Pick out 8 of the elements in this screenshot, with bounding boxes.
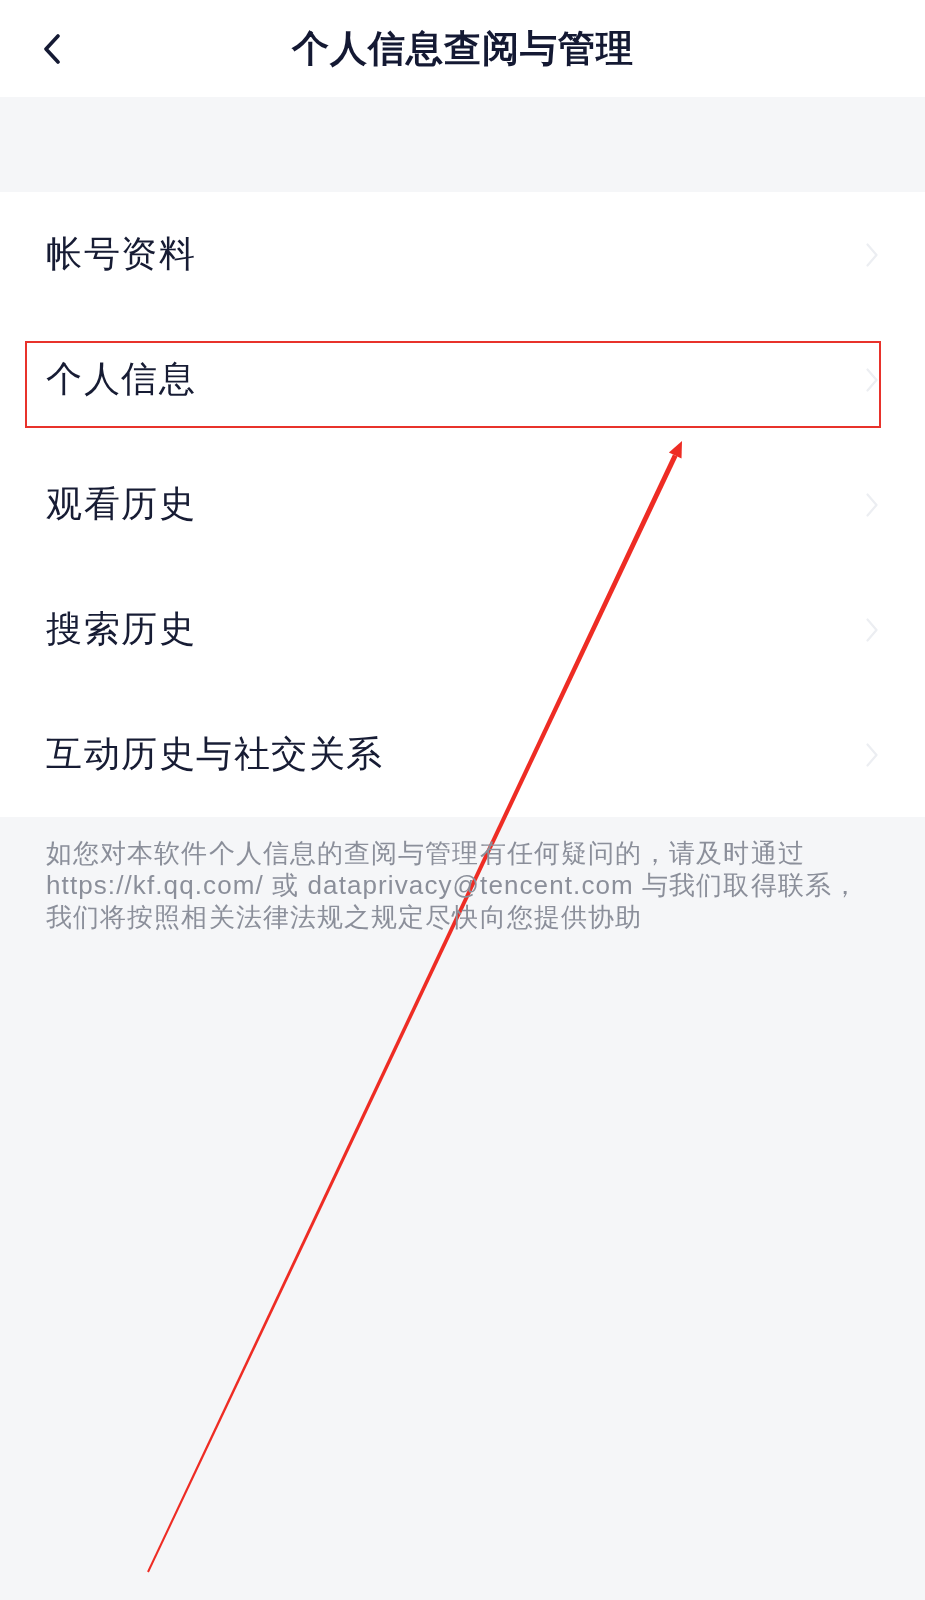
menu-item[interactable]: 互动历史与社交关系 (46, 730, 384, 779)
menu-item[interactable]: 帐号资料 (46, 230, 196, 279)
menu-item[interactable]: 观看历史 (46, 480, 196, 529)
menu-item[interactable]: 搜索历史 (46, 605, 196, 654)
back-icon[interactable] (43, 33, 61, 64)
menu-item[interactable]: 个人信息 (46, 355, 196, 404)
chevron-right-icon (866, 367, 878, 392)
page-title: 个人信息查阅与管理 (291, 25, 634, 72)
